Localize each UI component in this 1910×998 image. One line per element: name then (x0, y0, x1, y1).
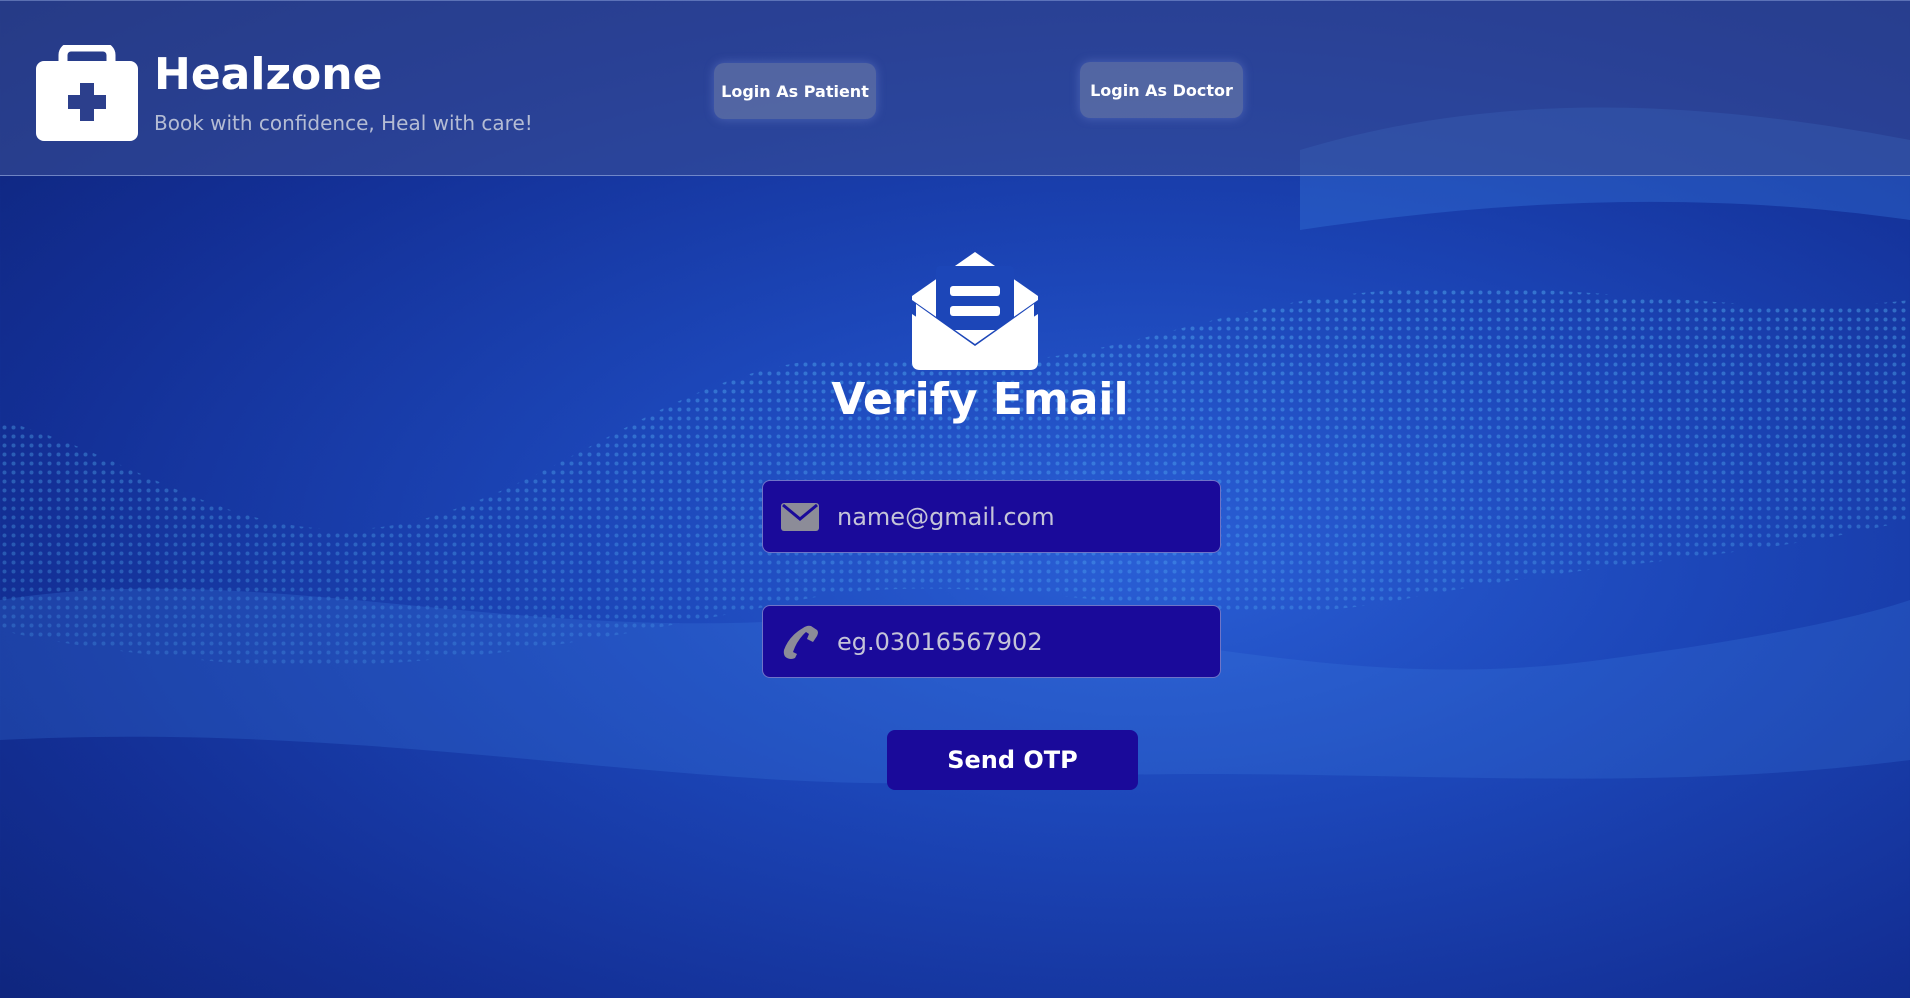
phone-field (762, 605, 1221, 678)
phone-input[interactable] (837, 606, 1207, 677)
login-as-doctor-button[interactable]: Login As Doctor (1080, 62, 1243, 118)
brand-title: Healzone (154, 49, 383, 100)
send-otp-button[interactable]: Send OTP (887, 730, 1138, 790)
email-input[interactable] (837, 481, 1207, 552)
page-title: Verify Email (831, 374, 1129, 425)
phone-icon (783, 625, 818, 659)
email-field (762, 480, 1221, 553)
medical-kit-icon (36, 45, 138, 141)
login-as-patient-button[interactable]: Login As Patient (714, 63, 876, 119)
brand-tagline: Book with confidence, Heal with care! (154, 111, 533, 135)
top-header: Healzone Book with confidence, Heal with… (0, 0, 1910, 176)
open-envelope-icon (912, 252, 1038, 370)
envelope-icon (781, 503, 819, 531)
